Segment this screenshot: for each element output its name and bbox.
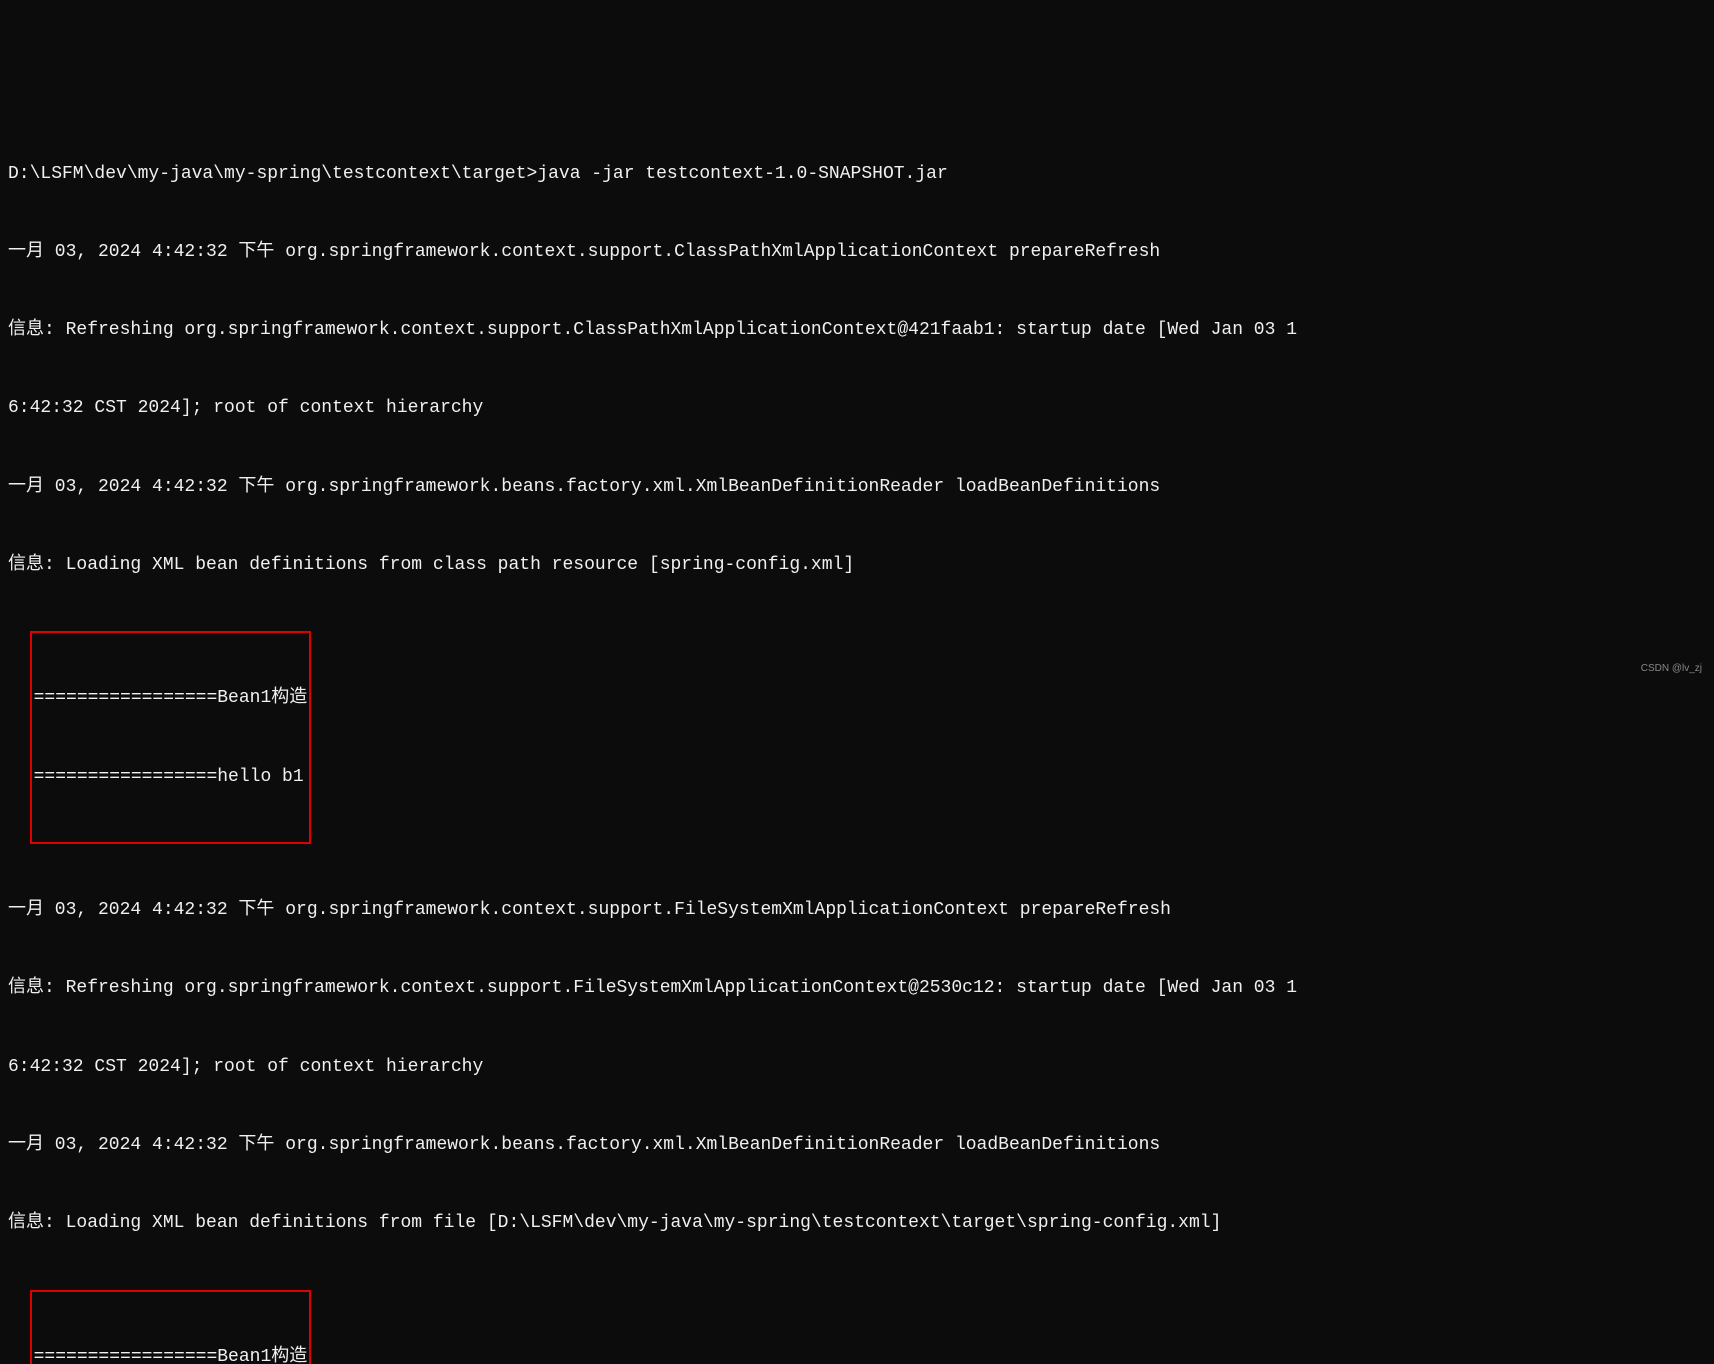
log-line: 信息: Refreshing org.springframework.conte…	[8, 317, 1706, 343]
command-line: D:\LSFM\dev\my-java\my-spring\testcontex…	[8, 161, 1706, 187]
terminal-output: D:\LSFM\dev\my-java\my-spring\testcontex…	[8, 108, 1706, 1364]
log-line: 一月 03, 2024 4:42:32 下午 org.springframewo…	[8, 239, 1706, 265]
output-line: =================Bean1构造	[34, 685, 308, 711]
output-line: =================hello b1	[34, 764, 308, 790]
log-line: 6:42:32 CST 2024]; root of context hiera…	[8, 395, 1706, 421]
log-line: 信息: Loading XML bean definitions from cl…	[8, 552, 1706, 578]
highlight-box-2: =================Bean1构造 ===============…	[30, 1290, 312, 1364]
output-line: =================Bean1构造	[34, 1344, 308, 1364]
log-line: 信息: Refreshing org.springframework.conte…	[8, 975, 1706, 1001]
log-line: 信息: Loading XML bean definitions from fi…	[8, 1210, 1706, 1236]
watermark: CSDN @lv_zj	[1641, 662, 1702, 677]
log-line: 6:42:32 CST 2024]; root of context hiera…	[8, 1054, 1706, 1080]
log-line: 一月 03, 2024 4:42:32 下午 org.springframewo…	[8, 1132, 1706, 1158]
log-line: 一月 03, 2024 4:42:32 下午 org.springframewo…	[8, 474, 1706, 500]
highlight-box-1: =================Bean1构造 ===============…	[30, 631, 312, 844]
log-line: 一月 03, 2024 4:42:32 下午 org.springframewo…	[8, 897, 1706, 923]
